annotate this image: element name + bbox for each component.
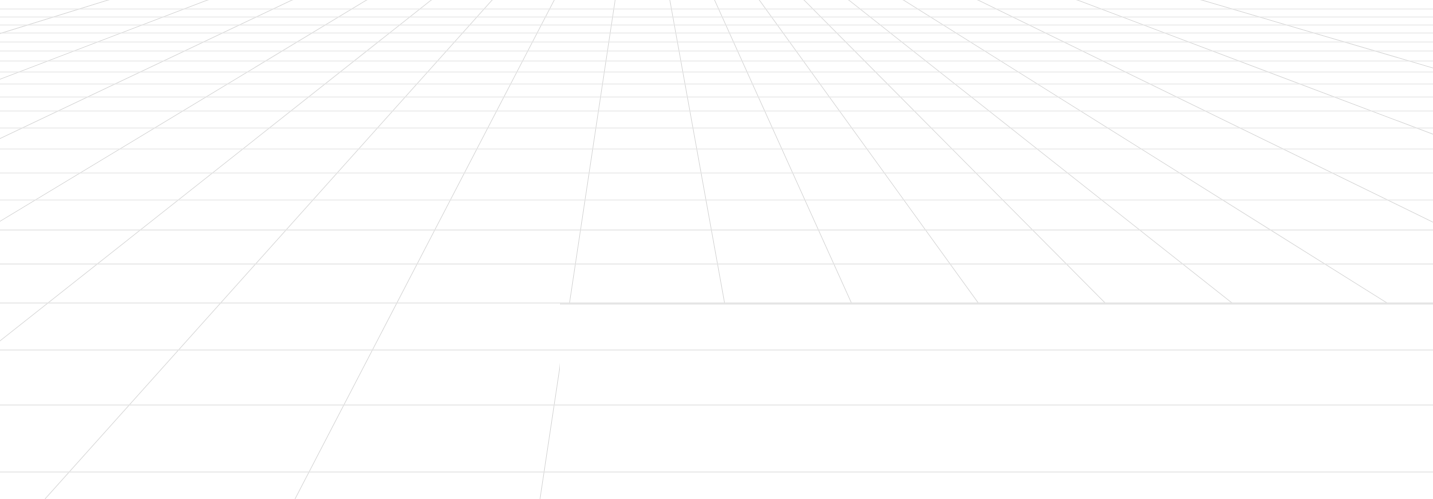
grid-radial-line — [0, 0, 210, 80]
grid-radial-lines — [0, 0, 1433, 499]
grid-radial-line — [0, 0, 433, 342]
grid-fade-overlay — [560, 304, 1433, 499]
grid-radial-line — [0, 0, 294, 140]
perspective-grid-background — [0, 0, 1433, 499]
grid-radial-line — [0, 0, 110, 35]
perspective-grid — [0, 0, 1433, 499]
grid-radial-line — [0, 0, 368, 222]
